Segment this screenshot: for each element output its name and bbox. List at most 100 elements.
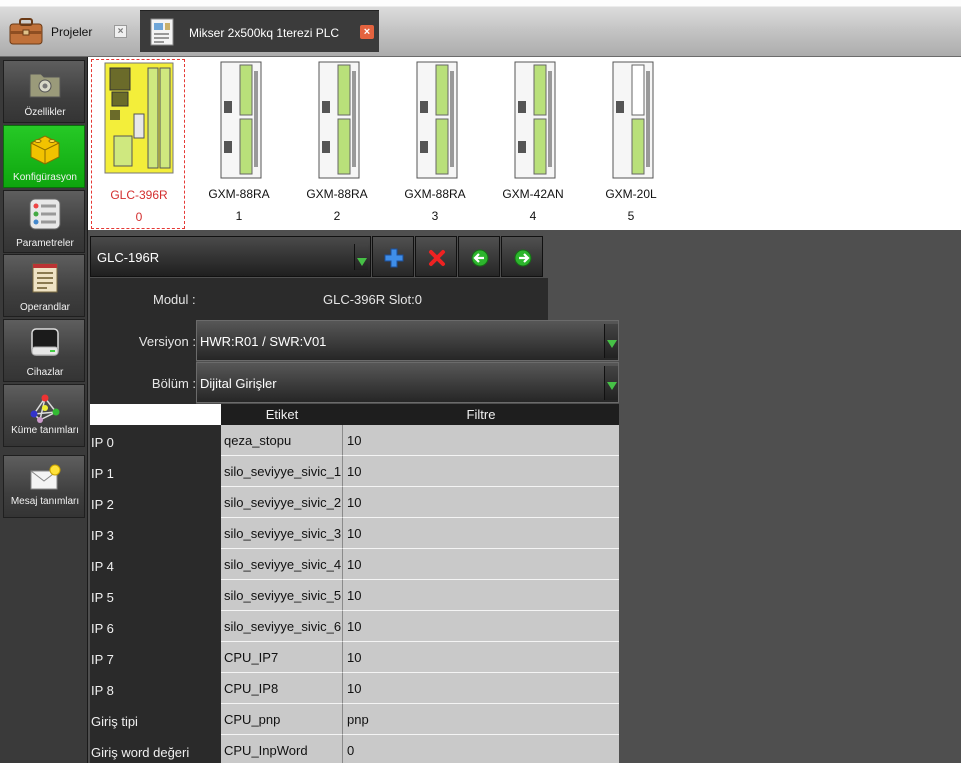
add-module-button[interactable] — [372, 236, 414, 277]
list-icon — [29, 198, 61, 230]
label-cell[interactable]: silo_seviyye_sivic_2 — [221, 487, 343, 518]
sidebar-item-konfigurasyon[interactable]: Konfigürasyon — [3, 125, 85, 188]
table-row: IP 4 silo_seviyye_sivic_4 10 — [90, 549, 619, 580]
label-cell[interactable]: CPU_InpWord — [221, 735, 343, 763]
sidebar-item-parametreler[interactable]: Parametreler — [3, 190, 85, 253]
module-info-row: Modul : GLC-396R Slot:0 — [90, 278, 548, 320]
label-cell[interactable]: CPU_pnp — [221, 704, 343, 735]
module-name: GXM-20L — [605, 187, 657, 201]
delete-module-button[interactable] — [415, 236, 457, 277]
label-cell[interactable]: silo_seviyye_sivic_1 — [221, 456, 343, 487]
sidebar-item-label: Küme tanımları — [11, 425, 79, 436]
tab-document-label: Mikser 2x500kq 1terezi PLC — [189, 26, 340, 40]
label-cell[interactable]: silo_seviyye_sivic_5 — [221, 580, 343, 611]
table-row: IP 2 silo_seviyye_sivic_2 10 — [90, 487, 619, 518]
table-row: IP 5 silo_seviyye_sivic_5 10 — [90, 580, 619, 611]
label-cell[interactable]: CPU_IP7 — [221, 642, 343, 673]
filter-cell[interactable]: 10 — [343, 425, 619, 456]
table-row: IP 3 silo_seviyye_sivic_3 10 — [90, 518, 619, 549]
blocks-icon — [30, 135, 60, 165]
tab-document[interactable]: Mikser 2x500kq 1terezi PLC × — [140, 10, 379, 52]
label-cell[interactable]: silo_seviyye_sivic_3 — [221, 518, 343, 549]
sidebar-item-cihazlar[interactable]: Cihazlar — [3, 319, 85, 382]
plc-cpu-module-icon — [104, 62, 174, 174]
bolum-value: Dijital Girişler — [200, 376, 277, 391]
gear-folder-icon — [29, 73, 61, 98]
filter-cell[interactable]: 10 — [343, 487, 619, 518]
sidebar-item-mesaj-tanimlari[interactable]: Mesaj tanımları — [3, 455, 85, 518]
tab-projects-close-icon[interactable]: × — [114, 25, 127, 38]
filter-cell[interactable]: 10 — [343, 456, 619, 487]
sidebar-item-label: Mesaj tanımları — [10, 496, 80, 507]
module-slot-2[interactable]: GXM-88RA 2 — [290, 59, 384, 229]
tab-projects-label: Projeler — [51, 25, 93, 39]
label-cell[interactable]: silo_seviyye_sivic_6 — [221, 611, 343, 642]
versiyon-select[interactable]: HWR:R01 / SWR:V01 — [196, 320, 619, 361]
envelope-icon — [30, 464, 61, 490]
filter-cell[interactable]: 10 — [343, 642, 619, 673]
module-slot-number: 3 — [431, 209, 439, 223]
module-name: GXM-88RA — [208, 187, 270, 201]
module-name: GXM-88RA — [306, 187, 368, 201]
table-row: Giriş tipi CPU_pnp pnp — [90, 704, 619, 735]
sidebar-item-label: Konfigürasyon — [13, 172, 77, 183]
filter-cell[interactable]: 0 — [343, 735, 619, 763]
chevron-down-icon — [604, 324, 618, 358]
filter-cell[interactable]: 10 — [343, 580, 619, 611]
sidebar: Özellikler Konfigürasyon Parametreler Op… — [0, 57, 88, 763]
sidebar-item-label: Özellikler — [24, 107, 66, 118]
chevron-down-icon — [604, 366, 618, 400]
module-strip: GLC-396R 0 GXM-88RA 1 GXM-88RA 2 GXM-88R… — [88, 57, 961, 230]
sidebar-item-kume-tanimlari[interactable]: Küme tanımları — [3, 384, 85, 447]
module-slot-number: 4 — [529, 209, 537, 223]
input-name: IP 5 — [90, 580, 221, 611]
table-row: Giriş word değeri CPU_InpWord 0 — [90, 735, 619, 763]
sidebar-item-operandlar[interactable]: Operandlar — [3, 254, 85, 317]
move-left-button[interactable] — [458, 236, 500, 277]
filter-cell[interactable]: pnp — [343, 704, 619, 735]
input-name: IP 1 — [90, 456, 221, 487]
document-icon — [150, 18, 174, 46]
table-row: IP 6 silo_seviyye_sivic_6 10 — [90, 611, 619, 642]
module-name: GXM-88RA — [404, 187, 466, 201]
move-right-button[interactable] — [501, 236, 543, 277]
input-name: Giriş tipi — [90, 704, 221, 735]
modul-value: GLC-396R Slot:0 — [323, 292, 422, 307]
drive-icon — [31, 328, 59, 356]
module-slot-0[interactable]: GLC-396R 0 — [91, 59, 185, 229]
module-slot-1[interactable]: GXM-88RA 1 — [192, 59, 286, 229]
column-header-filtre: Filtre — [343, 404, 619, 425]
filter-cell[interactable]: 10 — [343, 518, 619, 549]
table-header-blank — [90, 404, 221, 425]
bolum-select[interactable]: Dijital Girişler — [196, 362, 619, 403]
column-header-etiket: Etiket — [221, 404, 343, 425]
module-type-select[interactable]: GLC-196R — [90, 236, 371, 277]
module-slot-4[interactable]: GXM-42AN 4 — [486, 59, 580, 229]
tab-bar: Projeler × Mikser 2x500kq 1terezi PLC × — [0, 0, 961, 57]
module-slot-number: 5 — [627, 209, 635, 223]
filter-cell[interactable]: 10 — [343, 549, 619, 580]
module-slot-number: 2 — [333, 209, 341, 223]
filter-cell[interactable]: 10 — [343, 673, 619, 704]
label-cell[interactable]: CPU_IP8 — [221, 673, 343, 704]
io-module-icon — [220, 61, 262, 179]
io-module-icon — [416, 61, 458, 179]
tab-document-close-icon[interactable]: × — [360, 25, 374, 39]
module-slot-5[interactable]: GXM-20L 5 — [584, 59, 678, 229]
module-slot-3[interactable]: GXM-88RA 3 — [388, 59, 482, 229]
filter-cell[interactable]: 10 — [343, 611, 619, 642]
module-slot-number: 0 — [135, 210, 143, 224]
sidebar-item-label: Operandlar — [19, 302, 71, 313]
sidebar-item-ozellikler[interactable]: Özellikler — [3, 60, 85, 123]
label-cell[interactable]: qeza_stopu — [221, 425, 343, 456]
plus-icon — [384, 248, 404, 268]
arrow-left-icon — [471, 249, 489, 267]
input-name: Giriş word değeri — [90, 735, 221, 763]
input-name: IP 4 — [90, 549, 221, 580]
label-cell[interactable]: silo_seviyye_sivic_4 — [221, 549, 343, 580]
io-module-icon — [514, 61, 556, 179]
versiyon-value: HWR:R01 / SWR:V01 — [200, 334, 327, 349]
tab-projects[interactable]: Projeler × — [6, 15, 134, 49]
table-row: IP 1 silo_seviyye_sivic_1 10 — [90, 456, 619, 487]
chevron-down-icon — [354, 244, 368, 270]
